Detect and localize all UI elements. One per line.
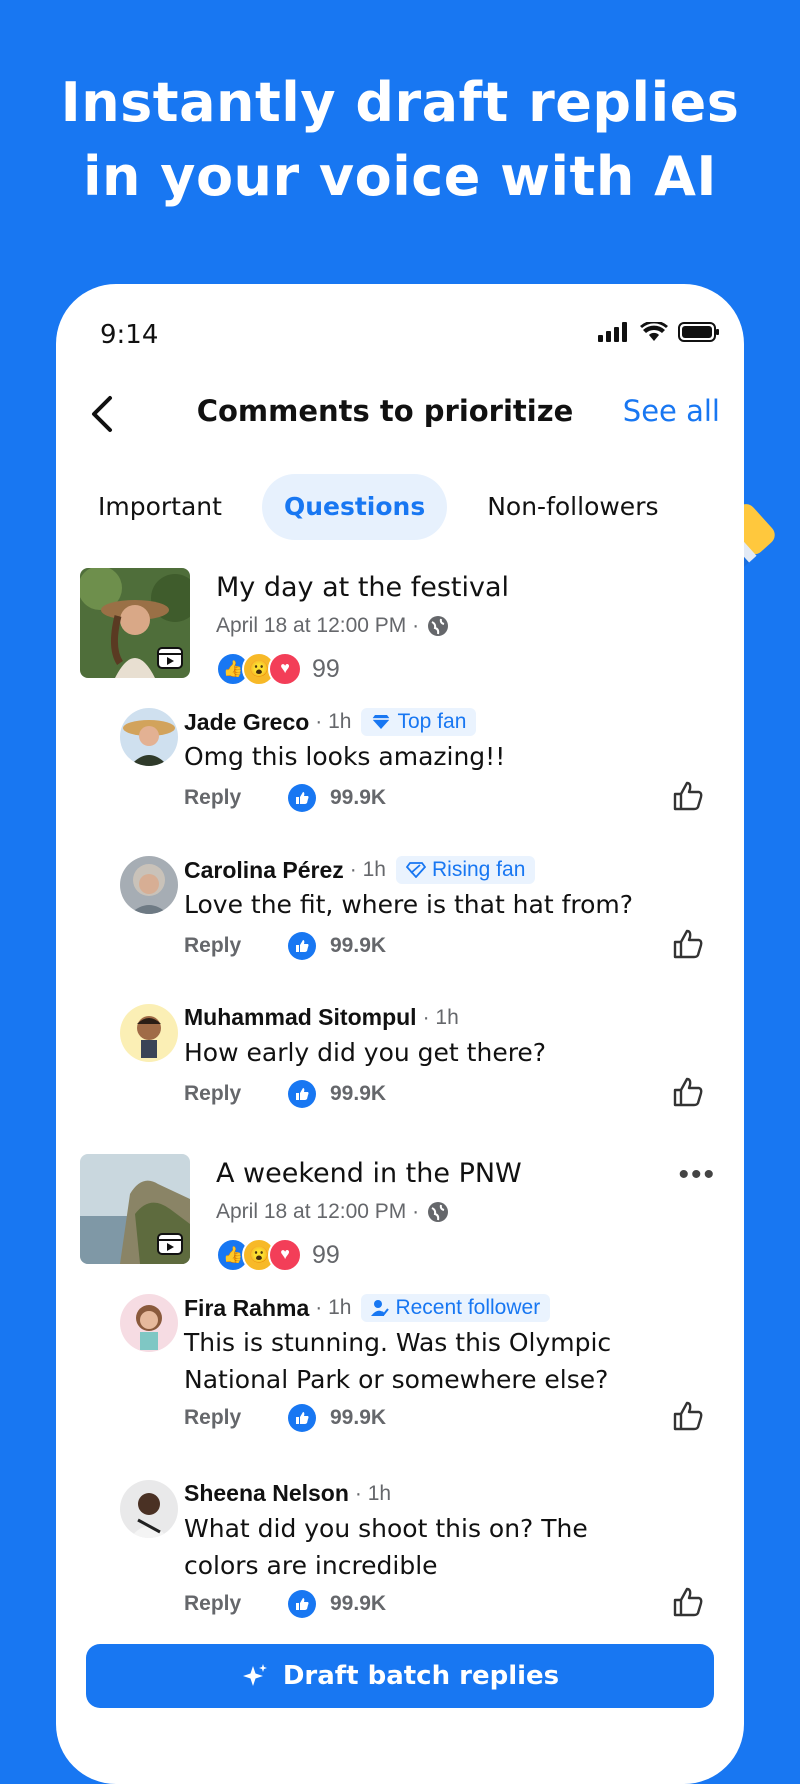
comment-text: Love the fit, where is that hat from? xyxy=(184,890,634,919)
like-count: 99.9K xyxy=(330,786,387,809)
wifi-icon xyxy=(640,322,668,341)
nav-bar: Comments to prioritize See all xyxy=(56,384,744,444)
headline-line-2: in your voice with AI xyxy=(82,145,717,208)
post-title: My day at the festival xyxy=(216,572,510,603)
post-reactions[interactable]: 👍 😮 ♥ 99 xyxy=(216,652,340,686)
like-count: 99.9K xyxy=(330,1082,387,1105)
tab-questions[interactable]: Questions xyxy=(261,474,448,540)
status-time: 9:14 xyxy=(100,320,159,350)
battery-icon xyxy=(678,322,719,342)
globe-icon xyxy=(428,616,449,636)
like-reaction-icon xyxy=(288,1080,316,1108)
like-count: 99.9K xyxy=(330,1406,387,1429)
thumbs-up-icon[interactable] xyxy=(672,1076,704,1108)
person-check-icon xyxy=(371,1300,390,1316)
comment-time: · 1h xyxy=(315,710,352,733)
top-fan-badge: Top fan xyxy=(361,708,477,736)
avatar[interactable] xyxy=(120,708,178,766)
comment-time: · 1h xyxy=(422,1005,459,1029)
comment-item: Fira Rahma · 1h Recent follower This is … xyxy=(120,1294,720,1444)
commenter-name[interactable]: Muhammad Sitompul xyxy=(184,1004,417,1031)
rising-diamond-icon xyxy=(405,862,426,878)
avatar[interactable] xyxy=(120,1004,178,1062)
globe-icon xyxy=(428,1202,449,1222)
reply-button[interactable]: Reply xyxy=(184,1592,288,1616)
tab-non-followers[interactable]: Non-followers xyxy=(465,474,680,540)
comment-text: How early did you get there? xyxy=(184,1038,547,1067)
post-pnw[interactable]: A weekend in the PNW ••• April 18 at 12:… xyxy=(80,1154,720,1272)
comment-item: Jade Greco · 1h Top fan Omg this looks a… xyxy=(120,708,720,818)
like-reaction-icon xyxy=(288,1404,316,1432)
draft-batch-replies-button[interactable]: Draft batch replies xyxy=(86,1644,714,1708)
signal-icon xyxy=(598,322,627,342)
status-bar: 9:14 xyxy=(56,284,744,374)
commenter-name[interactable]: Jade Greco xyxy=(184,709,309,736)
badge-label: Recent follower xyxy=(395,1296,541,1319)
thumbs-up-icon[interactable] xyxy=(672,780,704,812)
reply-button[interactable]: Reply xyxy=(184,934,288,958)
reaction-count: 99 xyxy=(312,654,340,683)
commenter-name[interactable]: Fira Rahma xyxy=(184,1295,309,1322)
avatar[interactable] xyxy=(120,1294,178,1352)
post-thumbnail xyxy=(80,568,190,678)
post-date: April 18 at 12:00 PM · xyxy=(216,614,420,637)
comment-time: · 1h xyxy=(354,1481,392,1505)
headline-line-1: Instantly draft replies xyxy=(60,71,740,134)
draft-button-label: Draft batch replies xyxy=(282,1661,560,1691)
comment-item: Carolina Pérez · 1h Rising fan Love the … xyxy=(120,856,720,966)
recent-follower-badge: Recent follower xyxy=(361,1294,551,1322)
reply-button[interactable]: Reply xyxy=(184,1406,288,1430)
see-all-link[interactable]: See all xyxy=(623,394,720,428)
comment-text: This is stunning. Was this Olympic Natio… xyxy=(184,1328,612,1394)
love-reaction-icon: ♥ xyxy=(268,1238,302,1272)
reaction-count: 99 xyxy=(312,1240,340,1269)
avatar[interactable] xyxy=(120,1480,178,1538)
post-meta: April 18 at 12:00 PM · xyxy=(216,1200,449,1224)
commenter-name[interactable]: Sheena Nelson xyxy=(184,1480,349,1507)
comment-text: Omg this looks amazing!! xyxy=(184,742,506,771)
reply-button[interactable]: Reply xyxy=(184,786,288,810)
rising-fan-badge: Rising fan xyxy=(395,856,536,884)
badge-label: Rising fan xyxy=(431,858,526,881)
comment-time: · 1h xyxy=(349,858,386,881)
post-meta: April 18 at 12:00 PM · xyxy=(216,614,449,638)
like-count: 99.9K xyxy=(330,934,387,957)
thumbs-up-icon[interactable] xyxy=(672,928,704,960)
thumbs-up-icon[interactable] xyxy=(672,1586,704,1618)
post-reactions[interactable]: 👍 😮 ♥ 99 xyxy=(216,1238,340,1272)
phone-screen: 9:14 Comments to prioritize See all Impo… xyxy=(56,284,744,1784)
diamond-icon xyxy=(372,715,391,729)
comment-item: Sheena Nelson · 1h What did you shoot th… xyxy=(120,1480,720,1630)
reel-icon xyxy=(157,647,183,669)
reply-button[interactable]: Reply xyxy=(184,1082,288,1106)
post-date: April 18 at 12:00 PM · xyxy=(216,1200,420,1223)
sparkle-icon xyxy=(242,1664,267,1686)
more-options-icon[interactable]: ••• xyxy=(678,1158,716,1192)
like-reaction-icon xyxy=(288,784,316,812)
like-reaction-icon xyxy=(288,932,316,960)
tab-important[interactable]: Important xyxy=(76,474,244,540)
like-reaction-icon xyxy=(288,1590,316,1618)
comment-time: · 1h xyxy=(315,1296,352,1319)
headline: Instantly draft replies in your voice wi… xyxy=(0,66,800,214)
comment-text: What did you shoot this on? The colors a… xyxy=(184,1514,588,1580)
love-reaction-icon: ♥ xyxy=(268,652,302,686)
reel-icon xyxy=(157,1233,183,1255)
thumbs-up-icon[interactable] xyxy=(672,1400,704,1432)
post-title: A weekend in the PNW xyxy=(216,1158,522,1189)
post-thumbnail xyxy=(80,1154,190,1264)
filter-tabs: Important Questions Non-followers xyxy=(76,474,681,540)
commenter-name[interactable]: Carolina Pérez xyxy=(184,857,344,884)
like-count: 99.9K xyxy=(330,1592,387,1615)
avatar[interactable] xyxy=(120,856,178,914)
badge-label: Top fan xyxy=(397,710,467,733)
post-festival[interactable]: My day at the festival April 18 at 12:00… xyxy=(80,568,720,686)
comment-item: Muhammad Sitompul · 1h How early did you… xyxy=(120,1004,720,1114)
